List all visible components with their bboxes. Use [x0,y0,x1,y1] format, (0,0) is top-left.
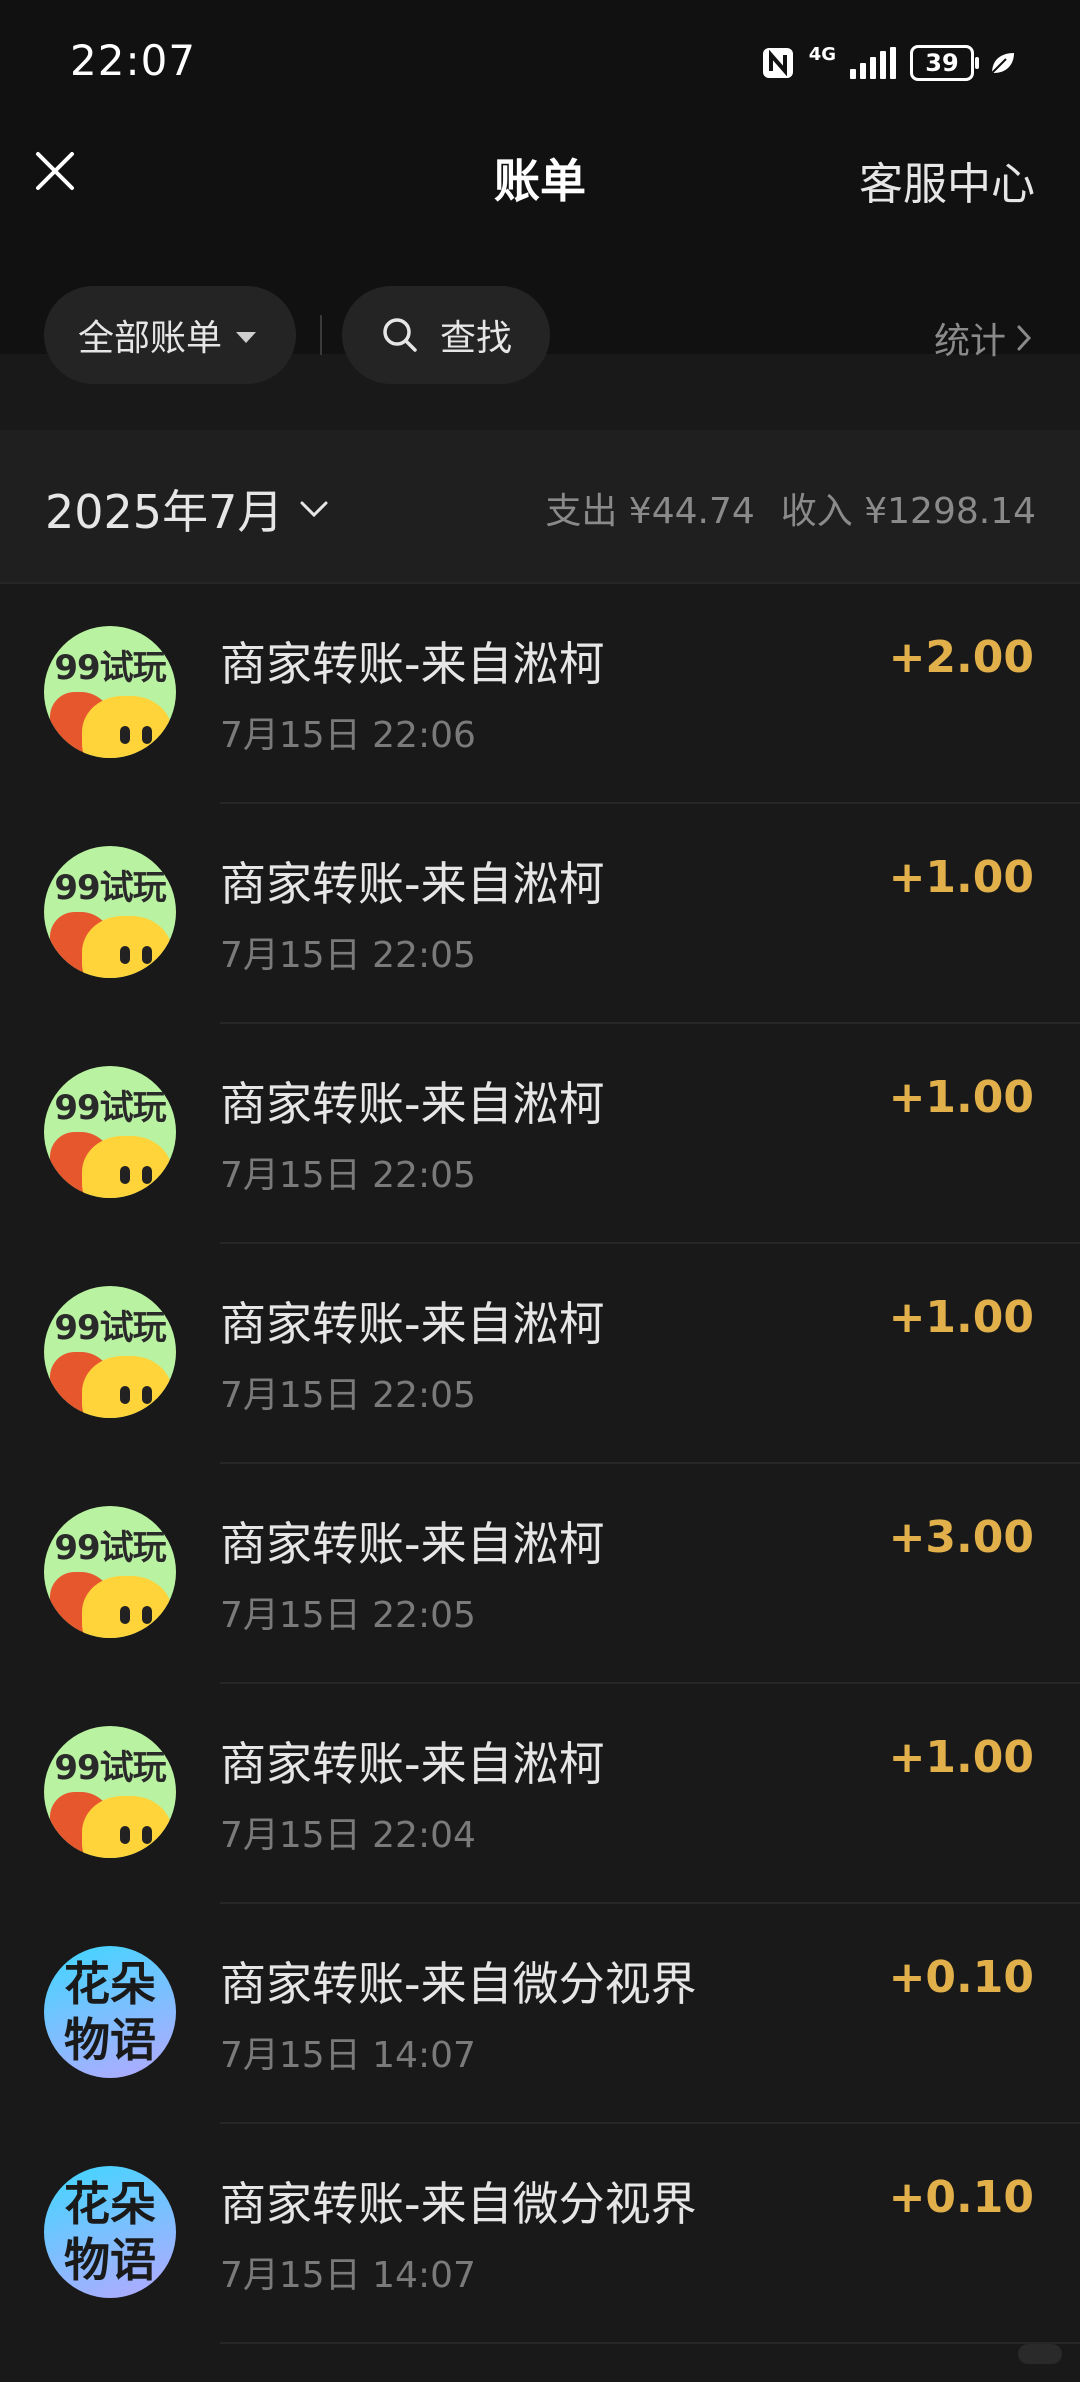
transaction-amount: +0.10 [888,2172,1034,2223]
transaction-row[interactable]: 99试玩 商家转账-来自淞柯 7月15日 22:06 +2.00 [0,584,1080,804]
nfc-icon [762,48,793,78]
search-button[interactable]: 查找 [342,286,550,384]
merchant-avatar: 99试玩 [44,1286,176,1418]
transaction-title: 商家转账-来自淞柯 [220,1517,605,1571]
avatar-text: 99试玩 [54,1308,166,1348]
status-time: 22:07 [70,36,197,85]
transaction-title: 商家转账-来自微分视界 [220,1957,697,2011]
month-summary-bar: 2025年7月 支出 ¥44.74 收入 ¥1298.14 [0,430,1080,584]
stats-link[interactable]: 统计 [934,312,1032,364]
watermark [1018,2344,1062,2364]
income-total: 收入 ¥1298.14 [780,491,1036,532]
transaction-row[interactable]: 99试玩 商家转账-来自淞柯 7月15日 22:04 +1.00 [0,1684,1080,1904]
transaction-title: 商家转账-来自淞柯 [220,1737,605,1791]
transaction-time: 7月15日 22:05 [220,1595,476,1636]
transaction-time: 7月15日 22:06 [220,715,476,756]
merchant-avatar: 99试玩 [44,1066,176,1198]
transaction-row[interactable]: 99试玩 商家转账-来自淞柯 7月15日 22:05 +1.00 [0,804,1080,1024]
merchant-avatar: 99试玩 [44,1726,176,1858]
transaction-title: 商家转账-来自淞柯 [220,1297,605,1351]
caret-down-icon [236,331,257,343]
transaction-title: 商家转账-来自淞柯 [220,857,605,911]
expense-total: 支出 ¥44.74 [545,491,755,532]
merchant-avatar: 花朵物语 [44,1946,176,2078]
transaction-row[interactable]: 99试玩 商家转账-来自淞柯 7月15日 22:05 +1.00 [0,1024,1080,1244]
status-bar: 22:07 4G 39 [0,0,1080,124]
network-label: 4G [808,44,836,65]
avatar-text: 99试玩 [54,648,166,688]
transaction-amount: +3.00 [888,1512,1034,1563]
status-icons: 4G 39 [761,40,1016,86]
merchant-avatar: 99试玩 [44,846,176,978]
chevron-right-icon [1017,325,1032,351]
transaction-amount: +0.10 [888,1952,1034,2003]
merchant-avatar: 99试玩 [44,626,176,758]
transaction-time: 7月15日 22:04 [220,1815,476,1856]
transaction-row[interactable]: 99试玩 商家转账-来自淞柯 7月15日 22:05 +1.00 [0,1244,1080,1464]
transaction-amount: +2.00 [888,632,1034,683]
avatar-text: 99试玩 [54,1748,166,1788]
transaction-amount: +1.00 [888,1292,1034,1343]
transaction-time: 7月15日 22:05 [220,1155,476,1196]
transaction-row[interactable]: 99试玩 商家转账-来自淞柯 7月15日 22:05 +3.00 [0,1464,1080,1684]
signal-icon [850,47,896,79]
transaction-amount: +1.00 [888,1072,1034,1123]
transaction-title: 商家转账-来自淞柯 [220,1077,605,1131]
avatar-text: 花朵物语 [64,1957,156,2067]
stats-label: 统计 [933,321,1006,362]
customer-service-link[interactable]: 客服中心 [859,148,1035,212]
leaf-icon [991,53,1014,74]
transaction-time: 7月15日 22:05 [220,1375,476,1416]
avatar-text: 99试玩 [54,868,166,908]
row-divider [220,2342,1080,2344]
avatar-text: 花朵物语 [64,2177,156,2287]
transaction-row[interactable]: 花朵物语 商家转账-来自微分视界 7月15日 14:07 +0.10 [0,1904,1080,2124]
avatar-text: 99试玩 [54,1088,166,1128]
transaction-title: 商家转账-来自淞柯 [220,637,605,691]
transaction-amount: +1.00 [888,852,1034,903]
month-selector[interactable]: 2025年7月 [45,476,329,542]
search-label: 查找 [440,318,513,359]
filter-divider [320,315,322,355]
transaction-time: 7月15日 14:07 [220,2035,476,2076]
all-bills-label: 全部账单 [78,318,223,359]
merchant-avatar: 花朵物语 [44,2166,176,2298]
transaction-list: 99试玩 商家转账-来自淞柯 7月15日 22:06 +2.00 99试玩 商家… [0,584,1080,2344]
all-bills-filter[interactable]: 全部账单 [44,286,296,384]
merchant-avatar: 99试玩 [44,1506,176,1638]
transaction-row[interactable]: 花朵物语 商家转账-来自微分视界 7月15日 14:07 +0.10 [0,2124,1080,2344]
transaction-time: 7月15日 14:07 [220,2255,476,2296]
transaction-title: 商家转账-来自微分视界 [220,2177,697,2231]
transaction-amount: +1.00 [888,1732,1034,1783]
transaction-time: 7月15日 22:05 [220,935,476,976]
avatar-text: 99试玩 [54,1528,166,1568]
battery-icon: 39 [910,45,979,81]
month-label: 2025年7月 [45,485,284,539]
search-icon [383,318,417,352]
month-totals: 支出 ¥44.74 收入 ¥1298.14 [545,482,1036,534]
chevron-down-icon [300,501,328,518]
